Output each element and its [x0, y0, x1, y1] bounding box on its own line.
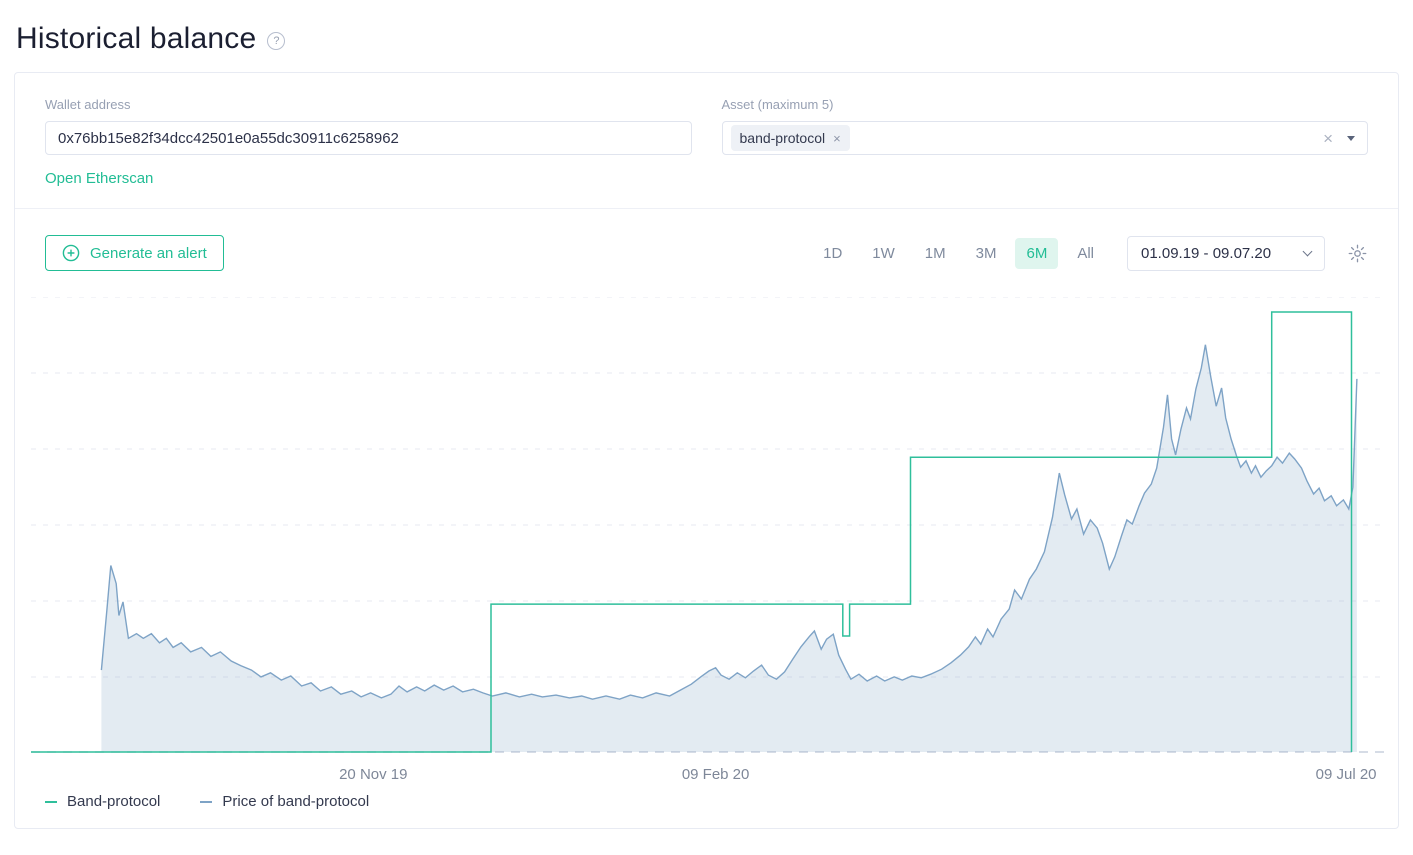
generate-alert-label: Generate an alert — [90, 244, 207, 262]
historical-balance-card: Wallet address Open Etherscan Asset (max… — [14, 72, 1399, 829]
legend-price-label: Price of band-protocol — [222, 793, 370, 810]
price-series-dash-icon — [200, 800, 213, 803]
svg-text:09 Feb 20: 09 Feb 20 — [682, 766, 750, 783]
range-1w[interactable]: 1W — [861, 238, 906, 269]
multiselect-controls: × — [1323, 130, 1355, 147]
asset-chip: band-protocol × — [730, 125, 850, 151]
legend-balance-label: Band-protocol — [67, 793, 161, 810]
date-range-value: 01.09.19 - 09.07.20 — [1141, 244, 1272, 262]
chart-area[interactable]: 20 Nov 19 09 Feb 20 09 Jul 20 — [31, 297, 1384, 789]
generate-alert-button[interactable]: Generate an alert — [45, 235, 224, 271]
asset-chip-remove-icon[interactable]: × — [833, 132, 841, 145]
asset-chip-label: band-protocol — [739, 130, 826, 146]
page-title: Historical balance — [16, 22, 257, 55]
range-1m[interactable]: 1M — [914, 238, 957, 269]
asset-field-group: Asset (maximum 5) band-protocol × × — [721, 97, 1368, 188]
legend-item-balance[interactable]: Band-protocol — [45, 793, 160, 810]
chart-legend: Band-protocol Price of band-protocol — [15, 789, 1398, 828]
svg-text:09 Jul 20: 09 Jul 20 — [1316, 766, 1377, 783]
time-range-selector: 1D 1W 1M 3M 6M All — [812, 237, 1105, 269]
wallet-address-input[interactable] — [45, 121, 692, 155]
open-etherscan-link[interactable]: Open Etherscan — [45, 170, 153, 187]
balance-series-dash-icon — [45, 800, 57, 803]
clear-selection-icon[interactable]: × — [1323, 130, 1333, 147]
gear-icon — [1348, 244, 1367, 262]
svg-text:20 Nov 19: 20 Nov 19 — [339, 766, 407, 783]
help-icon[interactable]: ? — [267, 32, 286, 50]
legend-item-price[interactable]: Price of band-protocol — [200, 793, 369, 810]
wallet-address-label: Wallet address — [45, 97, 131, 112]
asset-label: Asset (maximum 5) — [721, 97, 834, 112]
range-6m[interactable]: 6M — [1015, 237, 1059, 269]
range-all[interactable]: All — [1066, 238, 1105, 269]
wallet-address-field-group: Wallet address Open Etherscan — [45, 97, 692, 188]
asset-multiselect[interactable]: band-protocol × × — [721, 121, 1368, 155]
page-header: Historical balance ? — [0, 0, 1413, 72]
range-3m[interactable]: 3M — [965, 238, 1008, 269]
chart-toolbar: Generate an alert 1D 1W 1M 3M 6M All 01.… — [15, 209, 1398, 271]
range-1d[interactable]: 1D — [812, 238, 853, 269]
historical-balance-chart[interactable]: 20 Nov 19 09 Feb 20 09 Jul 20 — [31, 297, 1384, 789]
plus-circle-icon — [62, 244, 80, 262]
date-range-select[interactable]: 01.09.19 - 09.07.20 — [1127, 235, 1325, 271]
filters-section: Wallet address Open Etherscan Asset (max… — [15, 73, 1398, 209]
chart-settings-button[interactable] — [1347, 243, 1368, 264]
chevron-down-icon — [1302, 246, 1313, 256]
dropdown-caret-icon[interactable] — [1347, 135, 1355, 141]
